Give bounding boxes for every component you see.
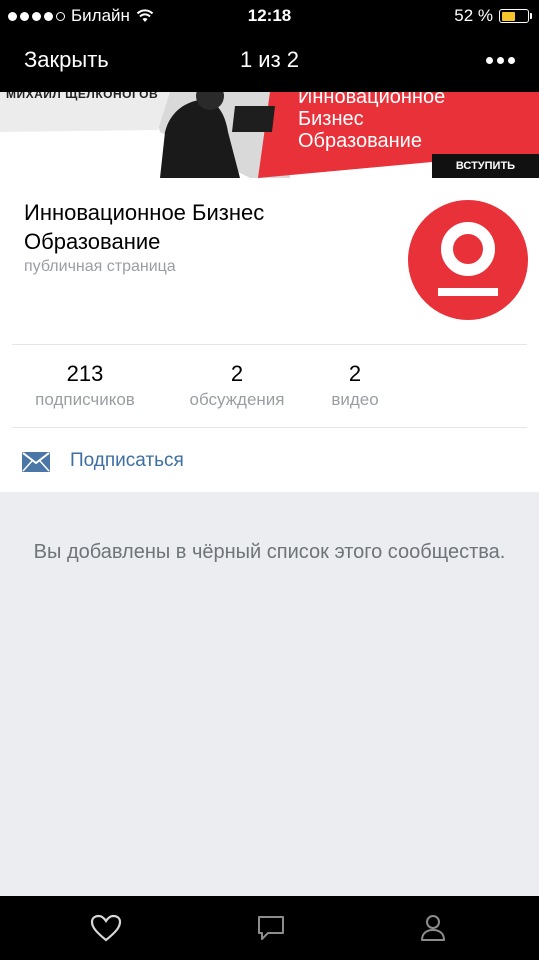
bottom-toolbar [0, 896, 539, 960]
mail-icon [22, 452, 50, 472]
stat-value: 2 [348, 361, 362, 386]
community-type: публичная страница [24, 258, 176, 275]
cover-join-label: ВСТУПИТЬ [432, 154, 539, 178]
community-title: Инновационное Бизнес Образование [24, 200, 265, 254]
cover-line-1: Инновационное [298, 92, 446, 108]
battery-status: 52 % [454, 6, 532, 26]
stat-discussions[interactable]: 2 обсуждения [176, 360, 298, 412]
stat-label: подписчиков [35, 390, 135, 409]
cover-image: МИХАИЛ ЩЕЛКОНОГОВ Инновационное Бизнес О… [0, 92, 539, 178]
stat-value: 2 [230, 361, 244, 386]
battery-level [501, 11, 515, 21]
community-card: МИХАИЛ ЩЕЛКОНОГОВ Инновационное Бизнес О… [0, 92, 539, 896]
more-dots-icon[interactable] [483, 48, 517, 72]
battery-icon [499, 9, 532, 23]
community-stats: 213 подписчиков 2 обсуждения 2 видео [0, 344, 539, 428]
subscribe-label: Подписаться [70, 450, 184, 471]
community-avatar[interactable] [408, 200, 528, 320]
cover-person-name: МИХАИЛ ЩЕЛКОНОГОВ [6, 92, 159, 101]
cover-line-3: Образование [298, 130, 422, 152]
cover-line-2: Бизнес [298, 108, 364, 130]
logo-ring [441, 222, 495, 276]
stat-label: видео [331, 390, 379, 409]
nav-bar: Закрыть 1 из 2 [0, 32, 539, 90]
stat-subscribers[interactable]: 213 подписчиков [22, 360, 148, 412]
subscribe-button[interactable]: Подписаться [0, 428, 539, 492]
cover-title: Инновационное Бизнес Образование [298, 92, 445, 152]
status-bar: Билайн 12:18 52 % [0, 0, 539, 32]
stat-value: 213 [66, 361, 104, 386]
comment-icon[interactable] [256, 914, 286, 942]
stat-label: обсуждения [189, 390, 285, 409]
blacklist-message: Вы добавлены в чёрный список этого сообщ… [33, 541, 506, 563]
profile-icon[interactable] [420, 914, 446, 942]
divider [12, 344, 527, 345]
community-header: Инновационное Бизнес Образование публичн… [0, 178, 539, 344]
heart-icon[interactable] [90, 914, 122, 942]
logo-bar [438, 288, 498, 296]
stat-videos[interactable]: 2 видео [322, 360, 388, 412]
battery-percent: 52 % [454, 6, 493, 25]
close-button[interactable]: Закрыть [24, 47, 109, 73]
